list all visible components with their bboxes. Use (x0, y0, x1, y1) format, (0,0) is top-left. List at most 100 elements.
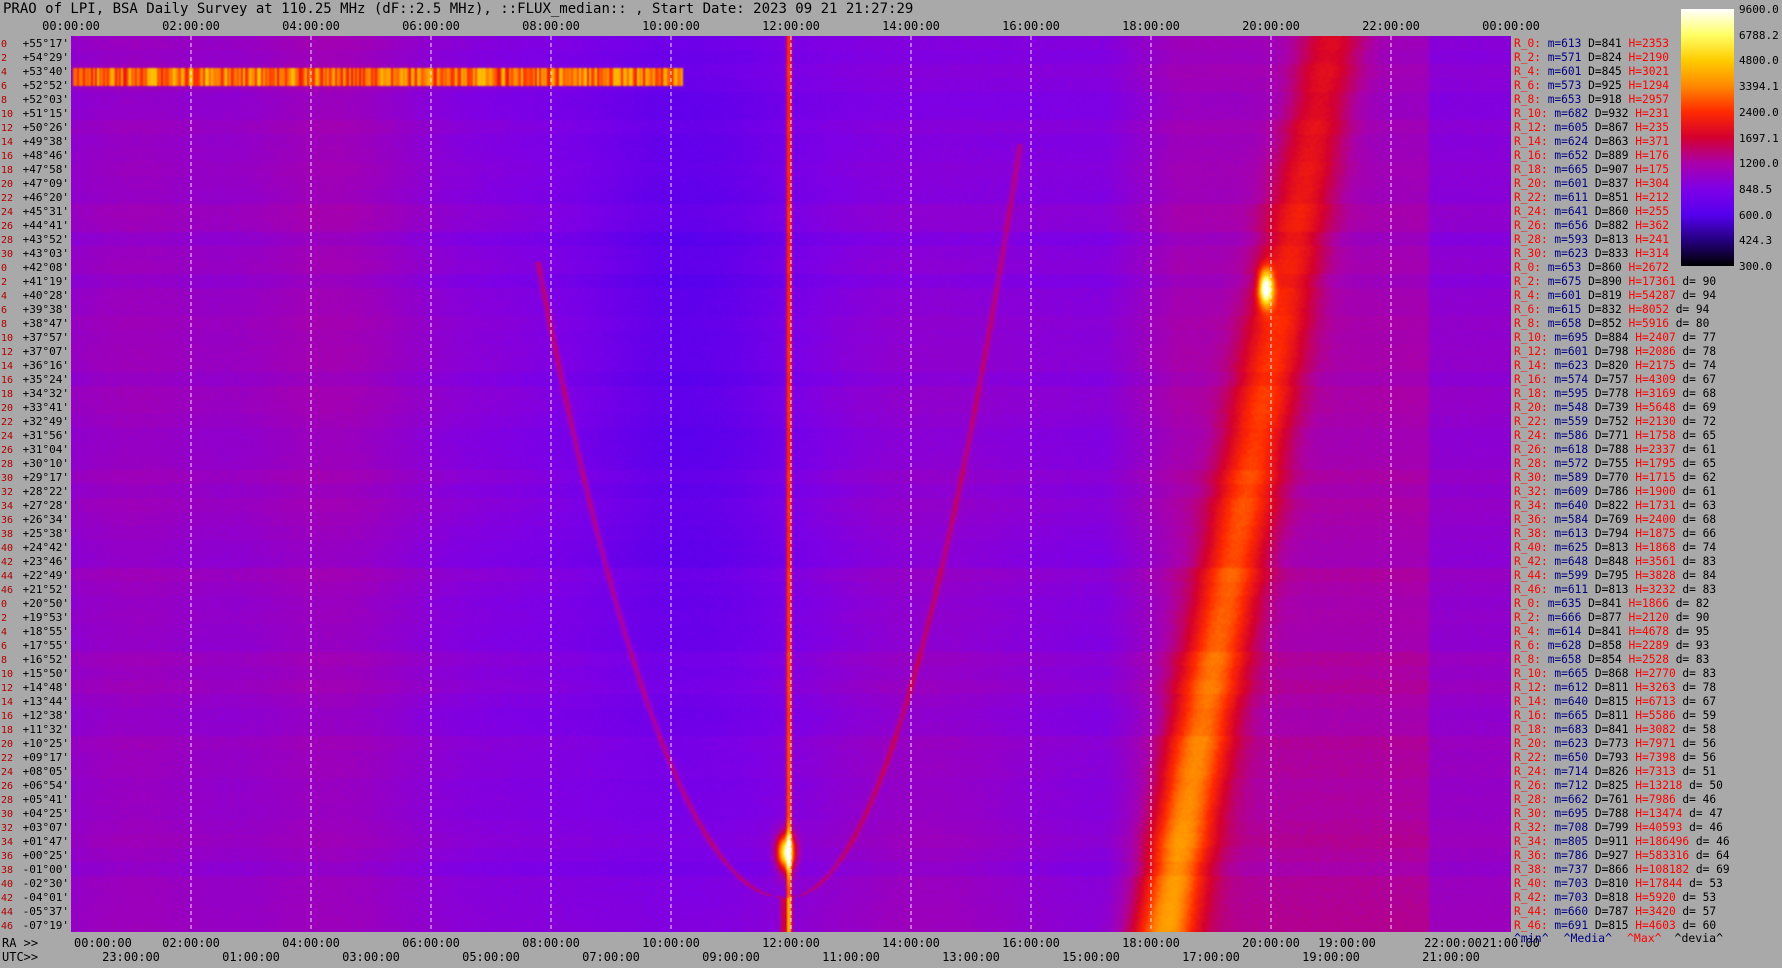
utc-tick-label: 21:00:00 (1422, 950, 1480, 964)
row-index-label: 8 (1, 95, 7, 106)
stat-max: H=2120 (1622, 611, 1669, 624)
row-stat-line: R_6: m=615 D=832 H=8052 d= 94 (1514, 303, 1710, 316)
row-index-label: 12 (1, 347, 13, 358)
colorbar-tick-label: 1697.1 (1739, 131, 1779, 145)
stat-min: m=695 (1548, 807, 1588, 820)
declination-label: +45°31' (23, 205, 69, 218)
stat-min: m=682 (1548, 107, 1588, 120)
stat-median: D=837 (1588, 177, 1628, 190)
row-index-label: 18 (1, 165, 13, 176)
stat-row: R_34: (1514, 499, 1548, 512)
stat-devia: d= 61 (1676, 443, 1716, 456)
stat-devia: d= 46 (1689, 835, 1730, 848)
stat-devia: d= 56 (1676, 737, 1717, 750)
stat-min: m=595 (1548, 387, 1588, 400)
stat-row: R_10: (1514, 331, 1548, 344)
colorbar-tick-label: 2400.0 (1739, 105, 1779, 119)
stat-devia: d= 77 (1676, 331, 1716, 344)
top-tick-label: 00:00:00 (1482, 19, 1540, 33)
declination-label: -07°19' (23, 919, 69, 932)
stat-devia: d= 67 (1676, 373, 1716, 386)
row-stat-line: R_2: m=675 D=890 H=17361 d= 90 (1514, 275, 1716, 288)
stat-row: R_44: (1514, 569, 1548, 582)
row-stat-line: R_22: m=611 D=851 H=212 (1514, 191, 1669, 204)
stat-median: D=851 (1588, 191, 1628, 204)
heatmap-canvas[interactable] (71, 36, 1511, 932)
stat-max: H=3420 (1629, 905, 1676, 918)
row-index-label: 36 (1, 515, 13, 526)
stat-max: H=1758 (1629, 429, 1676, 442)
stat-min: m=618 (1548, 443, 1589, 456)
stat-row: R_40: (1514, 541, 1548, 554)
utc-tick-label: 23:00:00 (102, 950, 160, 964)
stat-max: H=2289 (1622, 639, 1669, 652)
stat-row: R_12: (1514, 681, 1548, 694)
declination-label: +18°55' (23, 625, 69, 638)
stat-median: D=884 (1588, 331, 1629, 344)
stat-min: m=737 (1548, 863, 1588, 876)
stat-median: D=813 (1588, 541, 1628, 554)
stat-median: D=778 (1588, 387, 1629, 400)
stat-median: D=860 (1581, 261, 1622, 274)
row-stat-line: R_6: m=628 D=858 H=2289 d= 93 (1514, 639, 1709, 652)
stat-devia: d= 95 (1669, 625, 1709, 638)
ra-tick-label: 06:00:00 (402, 936, 460, 950)
stat-median: D=811 (1588, 709, 1628, 722)
stat-devia: d= 46 (1676, 793, 1717, 806)
declination-label: +52°03' (23, 93, 69, 106)
row-stat-line: R_14: m=640 D=815 H=6713 d= 67 (1514, 695, 1716, 708)
stat-row: R_12: (1514, 345, 1548, 358)
stat-min: m=623 (1548, 359, 1588, 372)
row-index-label: 24 (1, 207, 13, 218)
stat-median: D=813 (1588, 233, 1628, 246)
stat-devia: d= 53 (1676, 891, 1716, 904)
row-index-label: 0 (1, 599, 7, 610)
ra-tick-label: 00:00:00 (74, 936, 132, 950)
stat-devia: d= 93 (1669, 639, 1709, 652)
utc-tick-label: 17:00:00 (1182, 950, 1240, 964)
stat-devia: d= 74 (1676, 359, 1717, 372)
declination-label: +33°41' (23, 401, 69, 414)
legend-max: ^Max^ (1626, 931, 1662, 945)
stat-row: R_6: (1514, 303, 1541, 316)
stat-median: D=815 (1588, 695, 1628, 708)
stat-row: R_14: (1514, 359, 1548, 372)
row-stat-line: R_26: m=618 D=788 H=2337 d= 61 (1514, 443, 1716, 456)
row-stat-line: R_10: m=695 D=884 H=2407 d= 77 (1514, 331, 1716, 344)
top-tick-label: 20:00:00 (1242, 19, 1300, 33)
stat-devia: d= 80 (1669, 317, 1710, 330)
stat-min: m=599 (1548, 569, 1588, 582)
stat-max: H=3169 (1629, 387, 1676, 400)
stat-min: m=712 (1548, 779, 1588, 792)
declination-label: +42°08' (23, 261, 69, 274)
stat-max: H=3263 (1629, 681, 1676, 694)
row-stat-line: R_8: m=658 D=852 H=5916 d= 80 (1514, 317, 1710, 330)
stat-devia: d= 50 (1682, 779, 1723, 792)
declination-label: +10°25' (23, 737, 69, 750)
stat-max: H=7313 (1629, 765, 1676, 778)
declination-label: +43°52' (23, 233, 69, 246)
stat-median: D=826 (1588, 765, 1629, 778)
colorbar-tick-label: 9600.0 (1739, 3, 1779, 16)
stat-min: m=548 (1548, 401, 1589, 414)
colorbar-tick-label: 4800.0 (1739, 54, 1779, 68)
stat-devia: d= 53 (1682, 877, 1722, 890)
stat-devia: d= 51 (1676, 765, 1716, 778)
row-index-label: 42 (1, 557, 13, 568)
stat-max: H=13218 (1629, 779, 1683, 792)
stat-max: H=2353 (1622, 37, 1669, 50)
utc-tick-label: 13:00:00 (942, 950, 1000, 964)
declination-label: +37°07' (23, 345, 69, 358)
stat-median: D=819 (1581, 289, 1621, 302)
stat-median: D=773 (1588, 737, 1628, 750)
stat-max: H=3561 (1629, 555, 1676, 568)
colorbar (1681, 9, 1734, 266)
declination-label: +03°07' (23, 821, 69, 834)
stat-median: D=907 (1588, 163, 1628, 176)
stat-median: D=788 (1588, 807, 1629, 820)
row-index-label: 0 (1, 263, 7, 274)
stat-row: R_16: (1514, 709, 1548, 722)
top-tick-label: 04:00:00 (282, 19, 340, 33)
row-index-label: 26 (1, 781, 13, 792)
stat-median: D=798 (1588, 345, 1629, 358)
